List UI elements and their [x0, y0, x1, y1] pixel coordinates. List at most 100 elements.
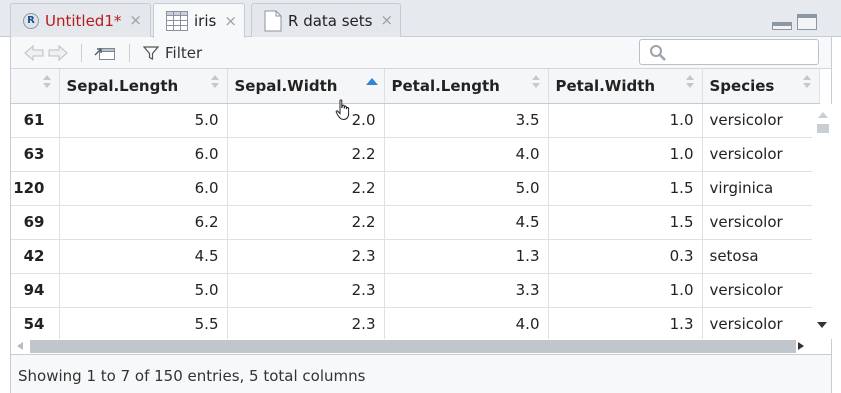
close-icon[interactable]: × [224, 13, 237, 29]
search-input[interactable] [674, 43, 812, 61]
table-cell: 1.0 [548, 137, 703, 172]
table-cell: 1.3 [548, 307, 703, 339]
vertical-scrollbar[interactable] [812, 104, 832, 339]
table-cell: 2.2 [227, 205, 385, 240]
table-row: 54 5.5 2.3 4.0 1.3 versicolor [11, 307, 820, 339]
filter-button[interactable]: Filter [143, 42, 202, 64]
table-cell: 3.5 [384, 103, 549, 138]
table-row: 94 5.0 2.3 3.3 1.0 versicolor [11, 273, 820, 308]
table-cell: 2.2 [227, 171, 385, 206]
column-header-petal-width[interactable]: Petal.Width [548, 69, 703, 104]
table-cell: versicolor [702, 137, 820, 172]
forward-arrow-icon[interactable] [47, 43, 69, 63]
sort-unsorted-icon [210, 75, 219, 89]
column-header-petal-length[interactable]: Petal.Length [384, 69, 549, 104]
toolbar-divider [81, 44, 82, 62]
table-row: 63 6.0 2.2 4.0 1.0 versicolor [11, 137, 820, 172]
table-cell: 2.3 [227, 273, 385, 308]
table-cell: versicolor [702, 103, 820, 138]
row-number: 63 [11, 137, 60, 172]
column-header-label: Sepal.Width [234, 76, 338, 95]
table-cell: 5.0 [59, 103, 228, 138]
r-script-icon: R [23, 12, 39, 29]
table-row: 69 6.2 2.2 4.5 1.5 versicolor [11, 205, 820, 240]
table-row: 120 6.0 2.2 5.0 1.5 virginica [11, 171, 820, 206]
table-cell: versicolor [702, 307, 820, 339]
table-cell: 2.0 [227, 103, 385, 138]
table-cell: 4.0 [384, 307, 549, 339]
table-cell: 1.5 [548, 171, 703, 206]
tab-bar: R Untitled1* × iris × R data sets × [0, 0, 841, 38]
show-in-new-window-icon[interactable] [93, 43, 117, 63]
table-cell: virginica [702, 171, 820, 206]
sort-unsorted-icon [685, 75, 694, 89]
column-header-species[interactable]: Species [702, 69, 820, 104]
table-cell: 6.0 [59, 171, 228, 206]
row-number: 69 [11, 205, 60, 240]
table-row: 42 4.5 2.3 1.3 0.3 setosa [11, 239, 820, 274]
document-icon [264, 10, 282, 31]
table-cell: 4.5 [59, 239, 228, 274]
horizontal-scrollbar[interactable] [10, 339, 832, 354]
scroll-right-icon[interactable] [798, 342, 804, 350]
tab-label: Untitled1* [45, 11, 122, 30]
column-header-sepal-width[interactable]: Sepal.Width [227, 69, 385, 104]
data-table-container: Sepal.Length Sepal.Width Petal.Length Pe… [10, 69, 832, 339]
table-cell: 2.2 [227, 137, 385, 172]
row-number: 120 [11, 171, 60, 206]
close-icon[interactable]: × [129, 13, 142, 28]
toolbar-divider [129, 44, 130, 62]
table-cell: versicolor [702, 205, 820, 240]
column-header-sepal-length[interactable]: Sepal.Length [59, 69, 228, 104]
search-icon [650, 45, 666, 61]
scroll-down-icon[interactable] [817, 322, 827, 328]
tab-untitled1[interactable]: R Untitled1* × [10, 3, 151, 37]
row-number: 94 [11, 273, 60, 308]
filter-icon [143, 46, 159, 60]
table-row: 61 5.0 2.0 3.5 1.0 versicolor [11, 103, 820, 138]
sort-ascending-icon [365, 78, 378, 85]
column-header-label: Petal.Length [391, 76, 500, 95]
column-header-rownames[interactable] [11, 69, 60, 104]
scroll-up-icon[interactable] [818, 112, 828, 118]
table-cell: 5.0 [59, 273, 228, 308]
entries-summary: Showing 1 to 7 of 150 entries, 5 total c… [18, 367, 366, 385]
table-cell: 1.5 [548, 205, 703, 240]
table-cell: versicolor [702, 273, 820, 308]
filter-label: Filter [165, 44, 203, 62]
row-number: 61 [11, 103, 60, 138]
tab-label: iris [194, 12, 217, 30]
table-cell: 2.3 [227, 307, 385, 339]
back-arrow-icon[interactable] [23, 43, 45, 63]
table-cell: 1.0 [548, 273, 703, 308]
table-cell: 5.0 [384, 171, 549, 206]
table-cell: 0.3 [548, 239, 703, 274]
table-cell: 4.0 [384, 137, 549, 172]
tab-label: R data sets [288, 11, 373, 30]
maximize-pane-icon[interactable] [797, 14, 817, 30]
minimize-pane-icon[interactable] [772, 22, 792, 30]
scroll-left-icon[interactable] [17, 342, 23, 350]
scrollbar-thumb[interactable] [30, 340, 796, 353]
sort-unsorted-icon [531, 75, 540, 89]
data-table: Sepal.Length Sepal.Width Petal.Length Pe… [11, 69, 820, 339]
header-row: Sepal.Length Sepal.Width Petal.Length Pe… [11, 69, 820, 104]
row-number: 42 [11, 239, 60, 274]
tab-iris[interactable]: iris × [153, 3, 245, 38]
scrollbar-thumb[interactable] [817, 124, 829, 133]
viewer-toolbar: Filter [10, 37, 832, 69]
data-grid-icon [166, 11, 188, 31]
row-number: 54 [11, 307, 60, 339]
sort-unsorted-icon [42, 75, 51, 89]
sort-unsorted-icon [802, 75, 811, 89]
tab-r-data-sets[interactable]: R data sets × [251, 3, 401, 37]
table-cell: 1.3 [384, 239, 549, 274]
table-cell: 3.3 [384, 273, 549, 308]
hand-cursor-icon [335, 99, 350, 121]
column-header-label: Species [709, 76, 775, 95]
table-cell: 5.5 [59, 307, 228, 339]
table-cell: setosa [702, 239, 820, 274]
column-header-label: Sepal.Length [66, 76, 179, 95]
close-icon[interactable]: × [381, 13, 394, 28]
search-box[interactable] [639, 39, 819, 65]
